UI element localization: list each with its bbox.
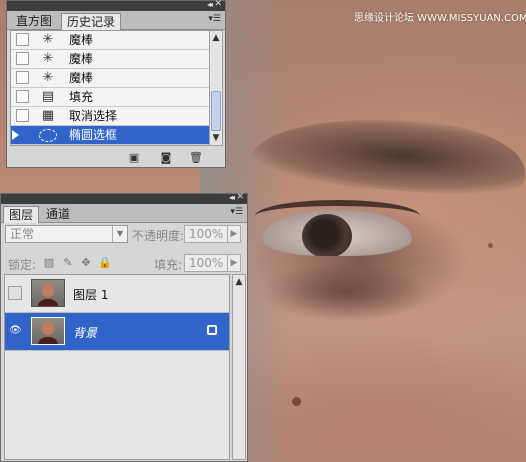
layer-visibility-toggle[interactable]	[8, 286, 22, 300]
scroll-down-icon[interactable]: ▼	[210, 131, 222, 145]
history-item-label: 取消选择	[69, 109, 118, 123]
scroll-up-icon[interactable]: ▲	[233, 275, 245, 289]
layers-tab-row: 图层 通道 ▾☰	[1, 204, 247, 223]
close-icon[interactable]: ✕	[236, 192, 244, 202]
history-snapshot-checkbox[interactable]	[16, 109, 29, 122]
history-item[interactable]: ✳ 魔棒	[11, 31, 210, 50]
opacity-field[interactable]: 100% ▶	[184, 225, 241, 243]
fill-label: 填充:	[154, 258, 183, 272]
panel-menu-icon[interactable]: ▾☰	[208, 14, 221, 24]
trash-icon[interactable]: 🗑	[189, 152, 203, 164]
deselect-icon: ▦	[41, 108, 55, 123]
history-item-label: 魔棒	[69, 52, 94, 66]
history-tab-row: 直方图 历史记录 ▾☰	[7, 11, 225, 30]
history-item[interactable]: ✳ 魔棒	[11, 50, 210, 69]
lock-transparent-pixels-icon[interactable]: ▨	[43, 257, 55, 269]
history-item[interactable]: ▤ 填充	[11, 88, 210, 107]
layer-row-selected[interactable]: 👁 背景 ■	[5, 313, 229, 351]
opacity-label: 不透明度:	[132, 229, 185, 243]
history-panel: ◂◂ ✕ 直方图 历史记录 ▾☰ ✳ 魔棒 ✳ 魔棒 ✳ 魔棒 ▤ 填充 ▦ 取…	[6, 0, 226, 168]
history-item-selected[interactable]: 椭圆选框	[11, 126, 210, 145]
eyelid	[255, 200, 420, 232]
magic-wand-icon: ✳	[42, 70, 54, 85]
layer-row[interactable]: 图层 1	[5, 275, 229, 313]
eye-icon[interactable]: 👁	[8, 324, 22, 338]
chevron-right-icon[interactable]: ▶	[227, 226, 240, 242]
skin-mole	[292, 397, 301, 406]
tab-layers[interactable]: 图层	[3, 206, 40, 223]
history-scrollbar[interactable]: ▲ ▼	[209, 30, 223, 146]
chevron-right-icon[interactable]: ▶	[227, 255, 240, 271]
panel-titlebar[interactable]: ◂◂ ✕	[7, 0, 225, 11]
skin-spot	[488, 243, 493, 248]
history-item[interactable]: ▦ 取消选择	[11, 107, 210, 126]
lock-position-icon[interactable]: ✥	[80, 257, 92, 269]
chevron-down-icon[interactable]: ▼	[112, 226, 127, 242]
magic-wand-icon: ✳	[42, 51, 54, 66]
elliptical-marquee-icon	[39, 127, 57, 143]
history-item[interactable]: ✳ 魔棒	[11, 69, 210, 88]
history-state-arrow-icon[interactable]	[12, 130, 19, 140]
scroll-up-icon[interactable]: ▲	[210, 31, 222, 45]
history-snapshot-checkbox[interactable]	[16, 90, 29, 103]
layer-thumbnail[interactable]	[31, 317, 65, 345]
new-snapshot-icon[interactable]: ◙	[159, 152, 173, 164]
history-item-label: 填充	[69, 90, 94, 104]
panel-titlebar[interactable]: ◂◂ ✕	[1, 192, 247, 204]
close-icon[interactable]: ✕	[214, 0, 222, 9]
history-item-label: 椭圆选框	[69, 128, 118, 142]
lock-image-pixels-icon[interactable]: ✎	[62, 257, 74, 269]
collapse-icon[interactable]: ◂◂	[229, 193, 235, 202]
panel-menu-icon[interactable]: ▾☰	[230, 207, 243, 217]
layers-scrollbar[interactable]: ▲	[232, 274, 246, 460]
fill-field[interactable]: 100% ▶	[184, 254, 241, 272]
magic-wand-icon: ✳	[42, 32, 54, 47]
lock-all-icon[interactable]: 🔒	[98, 257, 112, 269]
history-snapshot-checkbox[interactable]	[16, 52, 29, 65]
scroll-thumb[interactable]	[211, 91, 221, 131]
lock-label: 锁定:	[8, 258, 37, 272]
lock-icon: ■	[207, 325, 217, 335]
layer-thumbnail[interactable]	[31, 279, 65, 307]
opacity-value: 100%	[189, 227, 224, 241]
history-bottom-bar: ▣ ◙ 🗑	[7, 149, 225, 167]
collapse-icon[interactable]: ◂◂	[207, 0, 213, 9]
history-snapshot-checkbox[interactable]	[16, 33, 29, 46]
watermark: 思缘设计论坛 WWW.MISSYUAN.COM	[354, 13, 526, 24]
history-item-label: 魔棒	[69, 33, 94, 47]
fill-value: 100%	[189, 256, 224, 270]
layer-name[interactable]: 图层 1	[73, 286, 108, 303]
fill-icon: ▤	[41, 89, 55, 104]
under-eye-shadow	[260, 262, 430, 322]
blend-mode-select[interactable]: 正常 ▼	[5, 225, 128, 243]
layer-list: 图层 1 👁 背景 ■	[4, 274, 230, 460]
layers-panel: ◂◂ ✕ 图层 通道 ▾☰ 正常 ▼ 不透明度: 100% ▶ 锁定: ▨ ✎ …	[0, 192, 248, 462]
history-item-label: 魔棒	[69, 71, 94, 85]
history-snapshot-checkbox[interactable]	[16, 71, 29, 84]
new-document-from-state-icon[interactable]: ▣	[127, 152, 141, 164]
blend-mode-value: 正常	[10, 227, 35, 241]
tab-histogram[interactable]: 直方图	[11, 13, 57, 29]
layer-name[interactable]: 背景	[73, 324, 97, 341]
history-list: ✳ 魔棒 ✳ 魔棒 ✳ 魔棒 ▤ 填充 ▦ 取消选择 椭圆选框	[10, 30, 211, 146]
tab-channels[interactable]: 通道	[41, 206, 75, 222]
tab-history[interactable]: 历史记录	[61, 13, 122, 30]
